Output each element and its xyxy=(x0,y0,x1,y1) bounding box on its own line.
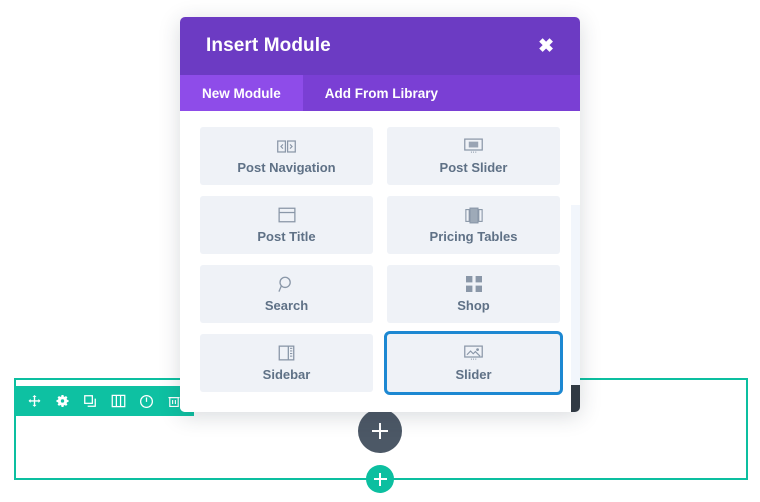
module-tile-label: Post Slider xyxy=(439,160,508,175)
add-module-button[interactable] xyxy=(358,409,402,453)
module-tile-post-slider[interactable]: Post Slider xyxy=(387,127,560,185)
tab-new-module[interactable]: New Module xyxy=(180,75,303,111)
post-title-icon xyxy=(277,206,296,224)
plus-icon xyxy=(372,423,388,439)
add-row-button[interactable] xyxy=(366,465,394,493)
power-toggle-icon[interactable] xyxy=(132,386,160,416)
modal-header: Insert Module ✖ xyxy=(180,17,580,75)
row-toolbar[interactable] xyxy=(14,386,194,416)
modal-scrollbar[interactable] xyxy=(571,205,580,412)
insert-module-modal: Insert Module ✖ New Module Add From Libr… xyxy=(180,17,580,412)
post-navigation-icon xyxy=(277,137,296,155)
modal-body: Post Navigation Post Slider Post Title P… xyxy=(180,111,580,412)
module-tile-pricing-tables[interactable]: Pricing Tables xyxy=(387,196,560,254)
post-slider-icon xyxy=(464,137,483,155)
module-tile-post-title[interactable]: Post Title xyxy=(200,196,373,254)
module-tile-label: Slider xyxy=(455,367,492,382)
slider-icon xyxy=(464,344,483,362)
duplicate-icon[interactable] xyxy=(76,386,104,416)
plus-icon xyxy=(373,472,387,486)
shop-icon xyxy=(465,275,482,293)
module-tile-shop[interactable]: Shop xyxy=(387,265,560,323)
move-icon[interactable] xyxy=(20,386,48,416)
module-tile-search[interactable]: Search xyxy=(200,265,373,323)
module-tile-label: Search xyxy=(264,298,309,313)
module-tile-label: Shop xyxy=(457,298,490,313)
module-tile-post-navigation[interactable]: Post Navigation xyxy=(200,127,373,185)
tab-add-from-library[interactable]: Add From Library xyxy=(303,75,460,111)
module-grid: Post Navigation Post Slider Post Title P… xyxy=(200,127,563,395)
modal-tabs: New Module Add From Library xyxy=(180,75,580,111)
settings-gear-icon[interactable] xyxy=(48,386,76,416)
module-tile-sidebar[interactable]: Sidebar xyxy=(200,334,373,392)
module-tile-slider[interactable]: Slider xyxy=(384,331,563,395)
module-tile-label: Post Title xyxy=(257,229,316,244)
module-tile-label: Pricing Tables xyxy=(429,229,518,244)
page-title: Insert Module xyxy=(206,35,331,56)
scrollbar-thumb[interactable] xyxy=(571,385,580,412)
pricing-tables-icon xyxy=(464,206,483,224)
search-icon xyxy=(278,275,295,293)
sidebar-icon xyxy=(278,344,295,362)
close-icon[interactable]: ✖ xyxy=(534,33,558,60)
module-tile-label: Sidebar xyxy=(262,367,311,382)
module-tile-label: Post Navigation xyxy=(237,160,336,175)
columns-icon[interactable] xyxy=(104,386,132,416)
